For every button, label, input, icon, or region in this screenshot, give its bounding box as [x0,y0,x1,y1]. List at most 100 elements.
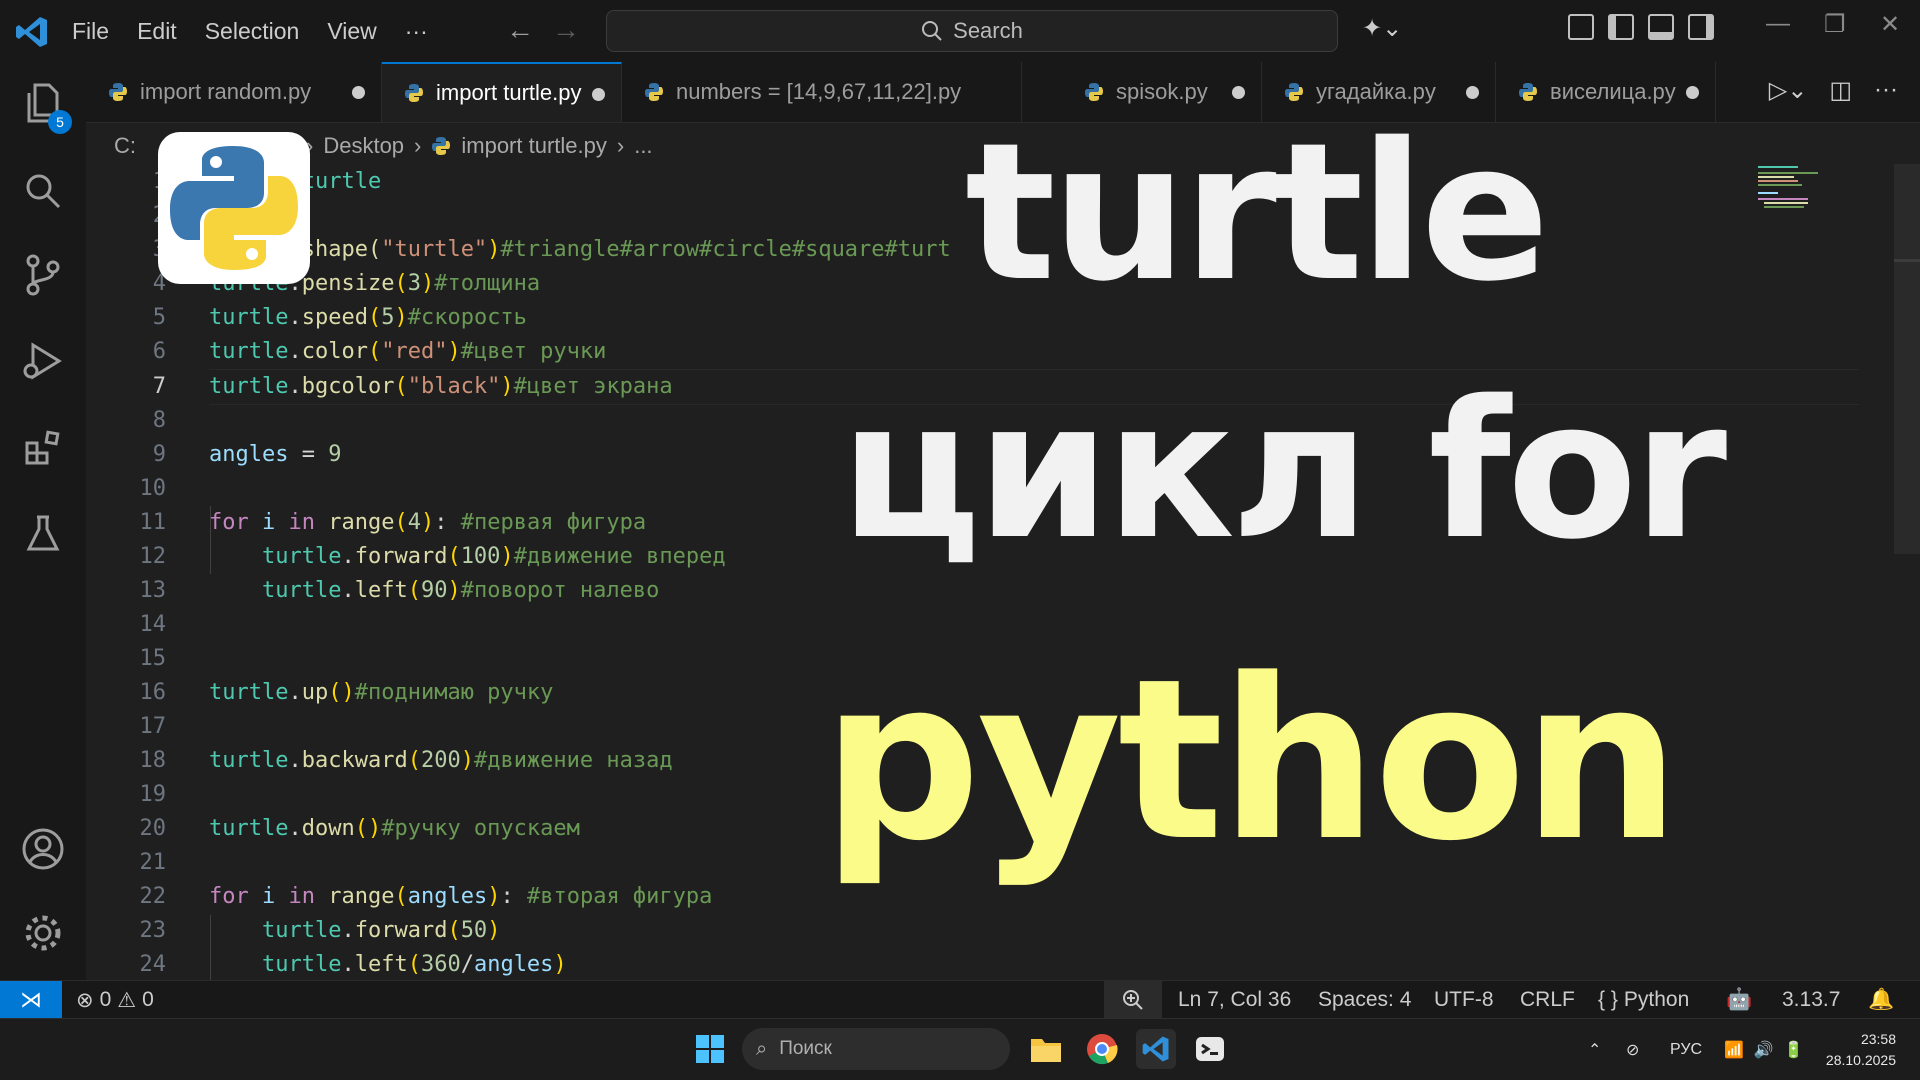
tab-label: виселица.py [1550,79,1676,104]
menu-selection[interactable]: Selection [205,18,300,45]
code-line: 13 turtle.left(90)#поворот налево [139,577,660,603]
forward-arrow-icon[interactable]: → [552,14,580,46]
unsaved-dot-icon[interactable] [1232,86,1245,99]
code-line: 3turtle.shape("turtle")#triangle#arrow#c… [153,236,951,262]
customize-layout-icon[interactable] [1568,14,1594,40]
tab-import-random[interactable]: import random.py [86,62,382,122]
location-off-icon[interactable]: ⊘ [1626,1019,1639,1080]
code-line: 2 [86,198,166,232]
line-ending[interactable]: CRLF [1520,981,1575,1019]
remote-icon: ⋊ [20,987,42,1012]
indentation[interactable]: Spaces: 4 [1318,981,1411,1019]
code-line: 17 [139,713,167,739]
code-line: 19 [139,781,167,807]
close-icon[interactable]: ✕ [1880,10,1900,39]
minimap[interactable] [1758,164,1848,224]
search-icon [922,21,942,41]
explorer-icon[interactable]: 5 [18,78,72,134]
remote-indicator[interactable]: ⋊ [0,981,62,1019]
encoding[interactable]: UTF-8 [1434,981,1494,1019]
code-line: 23 turtle.forward(50) [139,917,501,943]
chrome-icon[interactable] [1082,1029,1122,1069]
toggle-sidebar-icon[interactable] [1608,14,1634,40]
clock-date: 28.10.2025 [1825,1052,1896,1068]
code-line: 14 [139,611,167,637]
minimize-icon[interactable]: — [1766,10,1790,38]
error-icon: ⊗ [76,988,94,1012]
python-logo-icon [170,146,298,270]
vscode-taskbar-icon[interactable] [1136,1029,1176,1069]
unsaved-dot-icon[interactable] [1466,86,1479,99]
search-icon: ⌕ [756,1037,768,1060]
python-interpreter[interactable]: 3.13.7 [1782,981,1840,1019]
code-line: 24 turtle.left(360/angles) [139,951,567,977]
code-line: 6 turtle.color("red")#цвет ручки [152,338,607,364]
menu-view[interactable]: View [327,18,376,45]
language-mode[interactable]: { } Python [1598,981,1689,1019]
clock[interactable]: 23:58 28.10.2025 [1826,1029,1896,1071]
code-line: 5 turtle.speed(5)#скорость [152,304,527,330]
status-bar: ⋊ ⊗ 0 ⚠ 0 Ln 7, Col 36 Spaces: 4 UTF-8 CRL… [0,980,1920,1019]
overlay-title-python: python [822,632,1680,890]
taskbar-search[interactable]: ⌕ Поиск [742,1028,1010,1070]
code-line: 9 angles = 9 [152,441,342,467]
windows-start-icon[interactable] [690,1029,730,1069]
show-hidden-icons[interactable]: ⌃ [1588,1019,1601,1080]
back-arrow-icon[interactable]: ← [506,14,534,46]
copilot-status-icon[interactable]: 🤖 [1726,981,1752,1019]
more-actions-icon[interactable]: ··· [1874,76,1898,105]
explorer-badge: 5 [48,110,72,134]
tab-numbers[interactable]: numbers = [14,9,67,11,22].py [622,62,1022,122]
battery-icon: 🔋 [1783,1041,1804,1059]
python-file-icon [1285,83,1303,101]
search-view-icon[interactable] [18,166,68,216]
breadcrumb-more[interactable]: ... [634,133,652,159]
run-debug-icon[interactable] [18,336,68,386]
zoom-indicator[interactable] [1104,981,1162,1019]
python-file-icon [1085,83,1103,101]
menu-file[interactable]: File [72,18,109,45]
toggle-secondary-sidebar-icon[interactable] [1688,14,1714,40]
code-line: 12 turtle.forward(100)#движение вперед [139,543,726,569]
vscode-logo-icon [16,17,47,47]
input-language[interactable]: РУС [1670,1019,1702,1080]
vertical-scrollbar[interactable] [1894,164,1920,554]
terminal-app-icon[interactable] [1190,1029,1230,1069]
restore-icon[interactable]: ❐ [1824,10,1846,39]
testing-flask-icon[interactable] [18,508,68,558]
menu-edit[interactable]: Edit [137,18,177,45]
unsaved-dot-icon[interactable] [352,86,365,99]
system-tray[interactable]: 📶 🔊 🔋 [1724,1019,1804,1080]
problems-indicator[interactable]: ⊗ 0 ⚠ 0 [76,981,154,1019]
breadcrumb-file[interactable]: import turtle.py [461,133,607,159]
python-file-icon [109,83,127,101]
code-line: 20 turtle.down()#ручку опускаем [139,815,580,841]
code-line: 4turtle.pensize(3)#толщина [152,270,541,296]
unsaved-dot-icon[interactable] [592,88,605,101]
accounts-icon[interactable] [18,824,68,874]
tab-label: import turtle.py [436,80,582,105]
breadcrumb-drive[interactable]: C: [114,133,136,159]
split-editor-icon[interactable]: ◫ [1829,76,1852,105]
run-python-icon[interactable]: ▷⌄ [1769,76,1808,105]
tab-import-turtle[interactable]: import turtle.py [382,62,622,122]
zoom-icon [1123,990,1143,1010]
notifications-bell-icon[interactable]: 🔔 [1868,981,1894,1019]
cursor-position[interactable]: Ln 7, Col 36 [1178,981,1291,1019]
toggle-panel-icon[interactable] [1648,14,1674,40]
file-explorer-icon[interactable] [1026,1029,1066,1069]
command-center-search[interactable]: Search [606,10,1338,52]
tab-label: numbers = [14,9,67,11,22].py [676,79,962,104]
extensions-icon[interactable] [18,422,68,472]
taskbar-search-placeholder: Поиск [779,1038,832,1059]
unsaved-dot-icon[interactable] [1686,86,1699,99]
breadcrumb-folder[interactable]: Desktop [323,133,404,159]
clock-time: 23:58 [1860,1031,1896,1047]
copilot-icon[interactable]: ✦⌄ [1362,14,1402,43]
search-label: Search [953,18,1023,43]
python-logo [158,132,310,284]
menu-more[interactable]: ··· [405,18,428,45]
source-control-icon[interactable] [18,250,68,300]
settings-gear-icon[interactable] [18,908,68,958]
code-line: 10 [139,475,167,501]
